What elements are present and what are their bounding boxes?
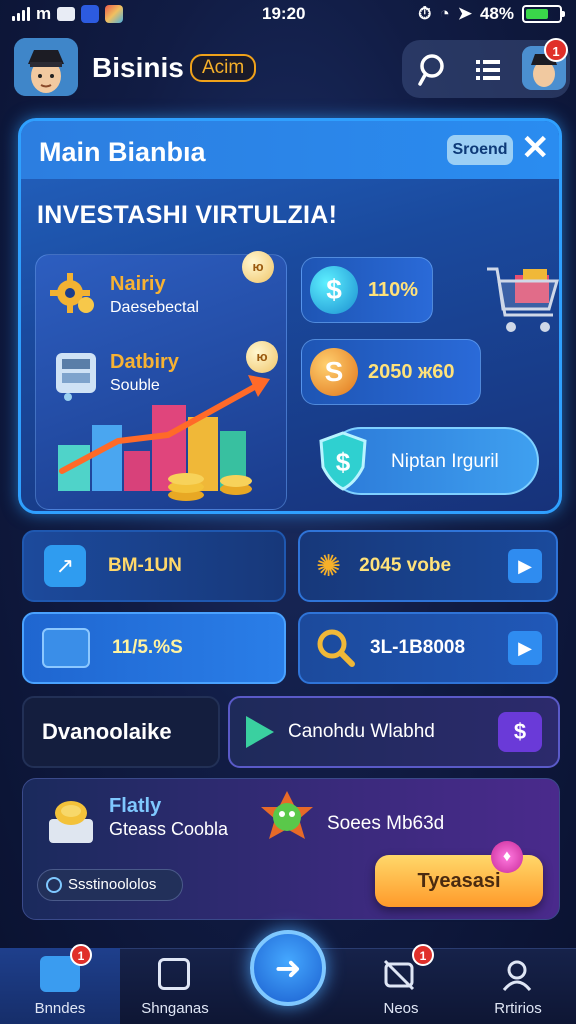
chart-up-icon: ↗ bbox=[44, 545, 86, 587]
gem-icon: ♦ bbox=[491, 841, 523, 873]
growth-chart-graphic bbox=[48, 365, 278, 505]
forward-arrow-icon: ➜ bbox=[274, 950, 302, 986]
promo-card[interactable]: Flatly Gteass Coobla Soees Mb63d Ssstino… bbox=[22, 778, 560, 920]
list-icon[interactable] bbox=[472, 54, 504, 86]
nav-label: Shnganas bbox=[141, 1000, 209, 1017]
promo-title: Flatly bbox=[109, 795, 162, 817]
notification-badge: 1 bbox=[544, 38, 568, 62]
nav-badge: 1 bbox=[70, 944, 92, 966]
status-right: ⏱ ◔ ➤ 48% bbox=[418, 4, 565, 24]
coin-badge-1: ю bbox=[242, 251, 274, 283]
nav-item-shnganas[interactable]: Shnganas bbox=[120, 948, 230, 1024]
shield-dollar-icon: $ bbox=[315, 429, 371, 493]
promo-pill[interactable]: Ssstinoololos bbox=[37, 869, 183, 901]
status-bar: m 19:20 ⏱ ◔ ➤ 48% bbox=[0, 0, 576, 30]
profile-icon bbox=[500, 958, 534, 992]
mail-icon bbox=[57, 7, 76, 21]
nav-item-neos[interactable]: 1 Neos bbox=[346, 944, 456, 1024]
item1-subtitle: Daesebectal bbox=[110, 299, 199, 316]
tile-percent[interactable]: 11/5.%S bbox=[22, 612, 286, 684]
nav-label: Bnndes bbox=[34, 1000, 86, 1017]
tile-canohdu[interactable]: Canohdu Wlabhd $ bbox=[228, 696, 560, 768]
status-left: m bbox=[12, 4, 124, 24]
nav-label: Neos bbox=[383, 1000, 419, 1017]
tile-canohdu-label: Canohdu Wlabhd bbox=[288, 721, 435, 742]
treasure-coin-icon bbox=[43, 793, 99, 849]
tile-vobe[interactable]: ✺ 2045 vobe ▶ bbox=[298, 530, 558, 602]
info-icon bbox=[46, 877, 62, 893]
investment-card[interactable]: Nairiy Daesebectal ю Datbiry Souble ю bbox=[35, 251, 287, 510]
battery-percent: 48% bbox=[479, 4, 514, 23]
dollar-coin-icon: $ bbox=[310, 266, 358, 314]
profile-avatar[interactable] bbox=[14, 38, 78, 96]
tile-search[interactable]: 3L-1B8008 ▶ bbox=[298, 612, 558, 684]
tile-percent-label: 11/5.%S bbox=[112, 637, 183, 658]
shield-label: Niptan Irguril bbox=[391, 451, 499, 472]
gear-icon bbox=[48, 269, 98, 319]
promo-pill-label: Ssstinoololos bbox=[68, 876, 157, 893]
center-action-button[interactable]: ➜ bbox=[250, 930, 326, 1006]
nav-label: Rrtirios bbox=[494, 1000, 542, 1017]
dollar-button-icon[interactable]: $ bbox=[498, 712, 542, 752]
stat-pill-coins[interactable]: S 2050 ж60 bbox=[301, 339, 481, 405]
svg-text:$: $ bbox=[336, 447, 351, 477]
photos-icon bbox=[105, 5, 124, 23]
play-icon bbox=[246, 716, 274, 748]
shopping-cart-icon bbox=[483, 261, 559, 347]
promo-subtitle: Gteass Coobla bbox=[109, 819, 229, 839]
stat-value-1: 110% bbox=[368, 278, 419, 301]
stat-pill-dollar[interactable]: $ 110% bbox=[301, 257, 433, 323]
app-title: Bisinis bbox=[92, 52, 184, 83]
tile-search-label: 3L-1B8008 bbox=[370, 637, 466, 658]
signal-icon bbox=[12, 7, 30, 21]
promo-right-text: Soees Mb63d bbox=[327, 813, 445, 834]
shield-button[interactable]: $ Niptan Irguril bbox=[319, 427, 539, 495]
gold-coin-icon: S bbox=[310, 348, 358, 396]
header-badge[interactable]: Acim bbox=[190, 54, 257, 82]
tile-bm[interactable]: ↗ BM-1UN bbox=[22, 530, 286, 602]
tile-bm-label: BM-1UN bbox=[108, 555, 182, 576]
search-icon[interactable] bbox=[416, 52, 452, 88]
nav-item-bnndes[interactable]: 1 Bnndes bbox=[0, 944, 120, 1024]
stat-value-2: 2050 ж60 bbox=[368, 360, 455, 383]
arrow-right-icon[interactable]: ▶ bbox=[508, 549, 542, 583]
panel-title: Main Bianbıa bbox=[39, 137, 206, 167]
panel-chip-button[interactable]: Sroend bbox=[447, 135, 513, 165]
mascot-icon bbox=[257, 789, 317, 849]
tile-dvano-label: Dvanoolaike bbox=[42, 719, 172, 744]
magnifier-icon bbox=[314, 626, 358, 670]
carrier-label: m bbox=[36, 4, 52, 23]
tile-dvano[interactable]: Dvanoolaike bbox=[22, 696, 220, 768]
muted-bell-icon bbox=[382, 958, 416, 992]
battery-icon bbox=[522, 5, 565, 23]
alarm-icon: ⏱ bbox=[418, 4, 432, 23]
nav-item-rrtirios[interactable]: Rrtirios bbox=[460, 948, 576, 1024]
tile-vobe-label: 2045 vobe bbox=[359, 555, 452, 576]
nav-badge: 1 bbox=[412, 944, 434, 966]
arrow-right-icon[interactable]: ▶ bbox=[508, 631, 542, 665]
close-icon[interactable]: ✕ bbox=[521, 131, 550, 165]
trophy-icon: ✺ bbox=[316, 549, 342, 583]
location-icon: ➤ bbox=[457, 4, 472, 23]
panel-heading: INVESTASHI VIRTULZIA! bbox=[37, 201, 338, 229]
card-icon bbox=[158, 958, 190, 990]
status-time: 19:20 bbox=[262, 4, 306, 23]
wifi-icon: ◔ bbox=[439, 4, 450, 23]
item1-title: Nairiy bbox=[110, 273, 166, 295]
app-icon bbox=[81, 5, 100, 23]
wallet-icon bbox=[42, 628, 90, 668]
main-panel: Main Bianbıa Sroend ✕ INVESTASHI VIRTULZ… bbox=[18, 118, 562, 514]
